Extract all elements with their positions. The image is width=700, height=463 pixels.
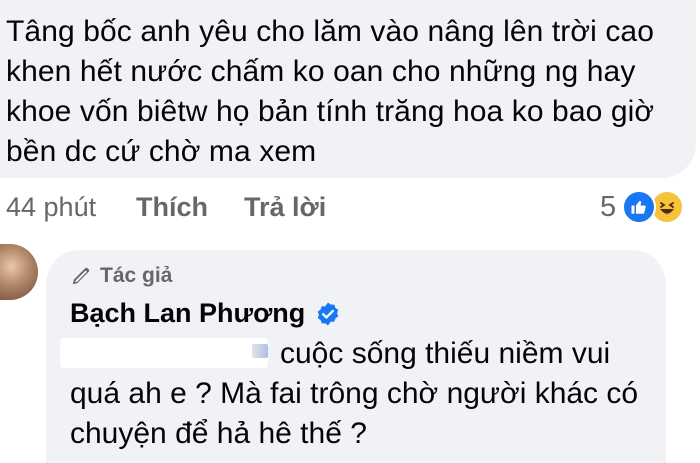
redacted-mention-edge [252, 344, 268, 358]
redacted-mention [60, 338, 268, 368]
comment-text: Tâng bốc anh yêu cho lăm vào nâng lên tr… [6, 15, 655, 168]
author-name-row: Bạch Lan Phương [70, 298, 341, 329]
comment-thread: Tâng bốc anh yêu cho lăm vào nâng lên tr… [0, 0, 700, 463]
pen-icon [72, 267, 90, 285]
author-badge-label: Tác giả [100, 264, 173, 287]
comment-bubble: Tâng bốc anh yêu cho lăm vào nâng lên tr… [0, 0, 696, 178]
reaction-summary[interactable]: 5 [600, 187, 685, 227]
author-badge: Tác giả [70, 264, 172, 288]
comment-timestamp[interactable]: 44 phút [6, 192, 136, 223]
like-button[interactable]: Thích [136, 192, 244, 223]
author-name[interactable]: Bạch Lan Phương [70, 298, 305, 329]
reply-bubble: Tác giả Bạch Lan Phương cuộc sống thiếu … [46, 250, 666, 463]
like-icon [622, 190, 657, 224]
reply-button[interactable]: Trả lời [244, 192, 326, 223]
verified-badge-icon [318, 302, 339, 325]
avatar[interactable] [0, 244, 38, 300]
reaction-count: 5 [600, 190, 617, 223]
comment-actions: 44 phút Thích Trả lời [6, 187, 326, 227]
